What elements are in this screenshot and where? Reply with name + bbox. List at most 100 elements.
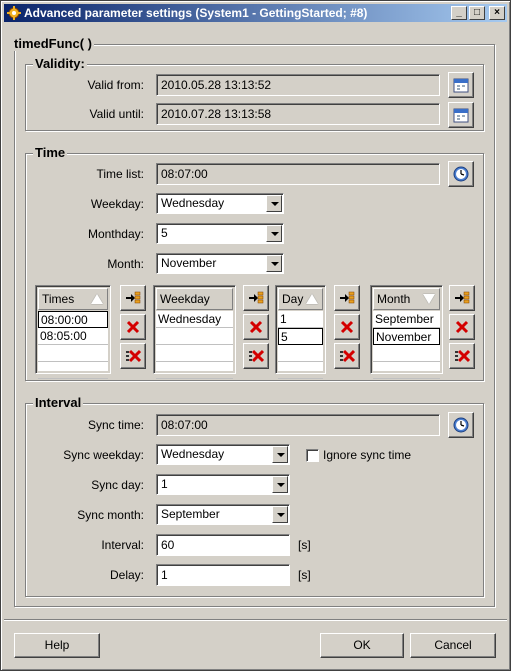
weekday-delete-all-button[interactable] — [243, 343, 269, 369]
interval-label: Interval: — [101, 538, 144, 552]
day-list-header[interactable]: Day — [278, 288, 323, 310]
times-delete-all-button[interactable] — [120, 343, 146, 369]
help-button[interactable]: Help — [14, 633, 100, 658]
list-item[interactable]: 08:05:00 — [38, 328, 108, 345]
delete-all-icon — [249, 349, 264, 363]
sync-month-select[interactable]: September — [156, 504, 290, 525]
time-list-field[interactable]: 08:07:00 — [156, 163, 440, 185]
monthday-select[interactable]: 5 — [156, 223, 284, 244]
month-select[interactable]: November — [156, 253, 284, 274]
monthday-label: Monthday: — [87, 227, 144, 241]
month-delete-entry-button[interactable] — [449, 314, 475, 340]
sync-weekday-label: Sync weekday: — [63, 448, 144, 462]
month-list-header[interactable]: Month — [373, 288, 440, 310]
ok-button[interactable]: OK — [320, 633, 404, 658]
time-list-clock-button[interactable] — [448, 161, 474, 187]
sync-month-label: Sync month: — [77, 508, 144, 522]
month-delete-all-button[interactable] — [449, 343, 475, 369]
sync-month-value: September — [161, 507, 220, 521]
weekday-delete-entry-button[interactable] — [243, 314, 269, 340]
close-button[interactable]: × — [489, 6, 505, 20]
sync-time-clock-button[interactable] — [448, 412, 474, 438]
day-list[interactable]: Day 1 5 — [275, 285, 326, 379]
app-gear-icon — [7, 6, 21, 20]
list-item[interactable]: 5 — [278, 328, 323, 345]
valid-until-field[interactable]: 2010.07.28 13:13:58 — [156, 103, 440, 125]
sync-weekday-select[interactable]: Wednesday — [156, 444, 290, 465]
list-item[interactable]: 08:00:00 — [38, 311, 108, 328]
times-delete-entry-button[interactable] — [120, 314, 146, 340]
ignore-sync-checkbox[interactable] — [306, 449, 319, 462]
delay-input[interactable]: 1 — [156, 564, 290, 586]
sync-weekday-value: Wednesday — [161, 447, 225, 461]
list-item[interactable] — [156, 362, 233, 379]
title-bar[interactable]: Advanced parameter settings (System1 - G… — [4, 4, 507, 22]
list-item[interactable] — [38, 345, 108, 362]
monthday-value: 5 — [161, 226, 168, 240]
weekday-add-entry-button[interactable] — [243, 285, 269, 311]
sort-descending-icon — [423, 294, 435, 304]
sync-time-label: Sync time: — [87, 418, 144, 432]
add-to-list-icon — [455, 291, 470, 304]
list-item[interactable] — [373, 362, 440, 379]
list-item[interactable]: 1 — [278, 311, 323, 328]
delete-icon — [455, 320, 469, 334]
day-delete-all-button[interactable] — [334, 343, 360, 369]
day-delete-entry-button[interactable] — [334, 314, 360, 340]
list-item[interactable] — [156, 345, 233, 362]
chevron-down-icon[interactable] — [266, 255, 282, 272]
delete-all-icon — [126, 349, 141, 363]
chevron-down-icon[interactable] — [266, 225, 282, 242]
month-add-entry-button[interactable] — [449, 285, 475, 311]
interval-input[interactable]: 60 — [156, 534, 290, 556]
add-to-list-icon — [126, 291, 141, 304]
calendar-icon — [453, 108, 469, 123]
list-item[interactable] — [373, 345, 440, 362]
validity-title: Validity: — [33, 56, 87, 71]
sync-time-field[interactable]: 08:07:00 — [156, 414, 440, 436]
list-item[interactable] — [278, 362, 323, 379]
delete-icon — [340, 320, 354, 334]
cancel-button[interactable]: Cancel — [410, 633, 496, 658]
add-to-list-icon — [249, 291, 264, 304]
maximize-button[interactable]: □ — [469, 6, 485, 20]
sync-day-value: 1 — [161, 477, 168, 491]
sync-day-select[interactable]: 1 — [156, 474, 290, 495]
chevron-down-icon[interactable] — [272, 476, 288, 493]
interval-title: Interval — [33, 395, 84, 410]
list-item[interactable] — [38, 362, 108, 379]
add-to-list-icon — [340, 291, 355, 304]
clock-icon — [453, 166, 469, 182]
time-title: Time — [33, 145, 68, 160]
minimize-button[interactable]: _ — [451, 6, 467, 20]
weekday-select[interactable]: Wednesday — [156, 193, 284, 214]
valid-from-field[interactable]: 2010.05.28 13:13:52 — [156, 74, 440, 96]
times-add-entry-button[interactable] — [120, 285, 146, 311]
times-list-header[interactable]: Times — [38, 288, 108, 310]
timedfunc-title: timedFunc( ) — [12, 36, 94, 51]
chevron-down-icon[interactable] — [272, 506, 288, 523]
delete-icon — [249, 320, 263, 334]
delay-unit: [s] — [298, 568, 311, 582]
delete-all-icon — [455, 349, 470, 363]
sort-ascending-icon — [91, 294, 103, 304]
month-value: November — [161, 256, 217, 270]
chevron-down-icon[interactable] — [272, 446, 288, 463]
list-item[interactable]: November — [373, 328, 440, 345]
list-item[interactable]: September — [373, 311, 440, 328]
chevron-down-icon[interactable] — [266, 195, 282, 212]
delay-label: Delay: — [109, 568, 144, 582]
weekday-list-header[interactable]: Weekday — [156, 288, 233, 310]
times-list[interactable]: Times 08:00:00 08:05:00 — [35, 285, 111, 379]
valid-from-calendar-button[interactable] — [448, 72, 474, 98]
month-list[interactable]: Month September November — [370, 285, 443, 379]
weekday-value: Wednesday — [161, 196, 225, 210]
weekday-list[interactable]: Weekday Wednesday — [153, 285, 236, 379]
footer-separator — [4, 619, 507, 621]
list-item[interactable] — [156, 328, 233, 345]
valid-until-calendar-button[interactable] — [448, 102, 474, 128]
list-item[interactable] — [278, 345, 323, 362]
list-item[interactable]: Wednesday — [156, 311, 233, 328]
calendar-icon — [453, 78, 469, 93]
day-add-entry-button[interactable] — [334, 285, 360, 311]
